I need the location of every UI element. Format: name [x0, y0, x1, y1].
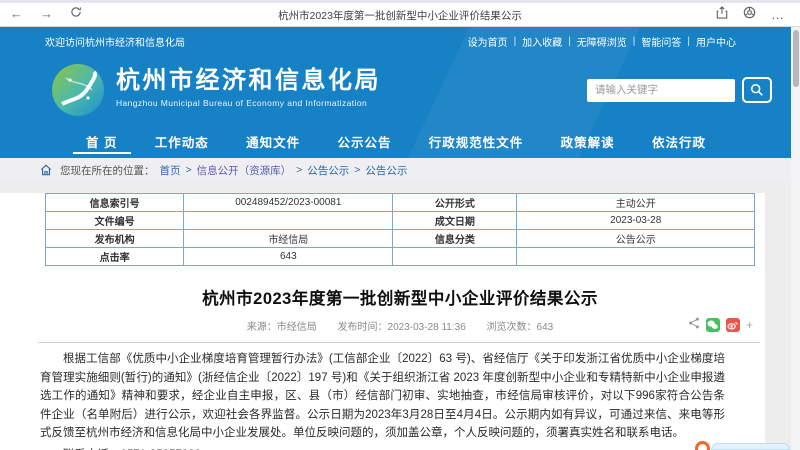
announcement-paragraph: 根据工信部《优质中小企业梯度培育管理暂行办法》(工信部企业〔2022〕63 号)… [40, 353, 725, 439]
article-source: 来源：市经信局 [246, 322, 317, 333]
document-info-table: 信息索引号 002489452/2023-00081 公开形式 主动公开 文件编… [44, 193, 755, 266]
site-banner: 杭州市经济和信息化局 Hangzhou Municipal Bureau of … [0, 56, 792, 125]
page-title: 杭州市2023年度第一批创新型中小企业评价结果公示 [202, 290, 598, 308]
article-content: 信息索引号 002489452/2023-00081 公开形式 主动公开 文件编… [0, 193, 765, 450]
search-button[interactable] [742, 77, 772, 103]
share-more-button[interactable]: + [746, 319, 753, 331]
nav-law-administration[interactable]: 依法行政 [652, 125, 706, 158]
file-number-value [183, 211, 394, 230]
breadcrumb-separator: > [354, 164, 361, 176]
search-icon [750, 83, 763, 96]
welcome-text: 欢迎访问杭州市经济和信息化局 [45, 38, 185, 49]
weibo-share-icon[interactable] [725, 317, 740, 332]
scrollbar-thumb[interactable] [792, 30, 799, 87]
site-name: 杭州市经济和信息化局 [116, 67, 381, 94]
link-separator: | [687, 36, 690, 47]
link-separator: | [568, 36, 571, 47]
browser-toolbar: ← → 杭州市2023年度第一批创新型中小企业评价结果公示 … [0, 0, 800, 27]
site-name-english: Hangzhou Municipal Bureau of Economy and… [116, 98, 368, 108]
empty-value [516, 247, 755, 266]
info-index-value: 002489452/2023-00081 [183, 193, 394, 212]
browser-share-icon[interactable] [716, 6, 728, 24]
breadcrumb-separator: > [296, 164, 303, 176]
article-body: 根据工信部《优质中小企业梯度培育管理暂行办法》(工信部企业〔2022〕63 号)… [0, 343, 765, 450]
wechat-share-icon[interactable] [705, 317, 720, 332]
page-root: ← → 杭州市2023年度第一批创新型中小企业评价结果公示 … 欢迎访问杭州市经… [0, 0, 800, 450]
utility-links: 设为首页 | 加入收藏 | 无障碍浏览 | 智能问答 | 用户中心 [468, 34, 736, 49]
breadcrumb-home[interactable]: 首页 [160, 163, 181, 178]
click-rate-value: 643 [183, 247, 394, 266]
link-smart-qa[interactable]: 智能问答 [641, 34, 681, 49]
file-number-label: 文件编号 [44, 211, 185, 230]
bureau-logo-icon [52, 64, 104, 116]
share-nodes-icon[interactable] [688, 317, 700, 332]
category-label: 信息分类 [392, 229, 518, 248]
nav-notice-files[interactable]: 通知文件 [246, 125, 300, 158]
article-meta: 来源：市经信局 发布时间：2023-03-28 11:36 浏览次数：643 + [45, 317, 755, 333]
table-row: 点击率 643 [44, 247, 755, 266]
share-bar: + [688, 317, 753, 332]
nav-home[interactable]: 首 页 [86, 125, 117, 158]
table-row: 信息索引号 002489452/2023-00081 公开形式 主动公开 [44, 193, 755, 212]
nav-regulatory-files[interactable]: 行政规范性文件 [429, 125, 524, 158]
main-navigation: 首 页 工作动态 通知文件 公示公告 行政规范性文件 政策解读 依法行政 [0, 125, 792, 158]
link-separator: | [632, 36, 636, 47]
breadcrumb-announcements[interactable]: 公告公示 [307, 163, 349, 178]
assistant-robot-icon[interactable] [695, 441, 710, 450]
category-value: 公告公示 [516, 229, 755, 248]
open-form-label: 公开形式 [392, 193, 518, 212]
contact-phone: 联系电话：0571-85257090 [40, 445, 725, 450]
open-form-value: 主动公开 [516, 193, 755, 212]
assistant-widget[interactable] [711, 443, 790, 450]
site-search [587, 77, 772, 103]
site-header: 欢迎访问杭州市经济和信息化局 设为首页 | 加入收藏 | 无障碍浏览 | 智能问… [0, 27, 792, 158]
empty-label [392, 247, 518, 266]
home-icon [40, 164, 52, 176]
breadcrumb-current[interactable]: 公告公示 [365, 163, 407, 178]
browser-tab-title: 杭州市2023年度第一批创新型中小企业评价结果公示 [278, 10, 522, 22]
publisher-value: 市经信局 [183, 229, 394, 248]
breadcrumb-separator: > [185, 164, 192, 176]
nav-work-news[interactable]: 工作动态 [155, 125, 209, 158]
click-rate-label: 点击率 [44, 247, 185, 266]
date-written-label: 成文日期 [392, 211, 518, 230]
article-publish-time: 发布时间：2023-03-28 11:36 [337, 322, 466, 333]
publisher-label: 发布机构 [44, 229, 185, 248]
scrollbar-track[interactable] [791, 27, 800, 450]
article-view-count: 浏览次数：643 [486, 322, 554, 333]
nav-announcements[interactable]: 公示公告 [337, 125, 391, 158]
link-accessibility[interactable]: 无障碍浏览 [577, 34, 627, 49]
table-row: 发布机构 市经信局 信息分类 公告公示 [44, 229, 755, 248]
table-row: 文件编号 成文日期 2023-03-28 [44, 211, 755, 230]
browser-menu-icon[interactable]: … [771, 6, 784, 24]
link-user-center[interactable]: 用户中心 [696, 34, 736, 49]
breadcrumb-info-disclosure[interactable]: 信息公开（资源库） [197, 163, 292, 178]
date-written-value: 2023-03-28 [516, 211, 755, 230]
breadcrumb-prefix: 您现在所在的位置： [60, 164, 155, 177]
welcome-bar: 欢迎访问杭州市经济和信息化局 设为首页 | 加入收藏 | 无障碍浏览 | 智能问… [0, 27, 792, 56]
browser-extension-icon[interactable] [743, 6, 756, 24]
link-set-homepage[interactable]: 设为首页 [468, 34, 508, 49]
breadcrumb: 您现在所在的位置： 首页 > 信息公开（资源库） > 公告公示 > 公告公示 [0, 158, 792, 182]
info-index-label: 信息索引号 [44, 193, 185, 212]
link-add-favorite[interactable]: 加入收藏 [522, 34, 562, 49]
link-separator: | [513, 36, 517, 47]
search-input[interactable] [587, 78, 735, 102]
nav-policy-interpretation[interactable]: 政策解读 [561, 125, 615, 158]
